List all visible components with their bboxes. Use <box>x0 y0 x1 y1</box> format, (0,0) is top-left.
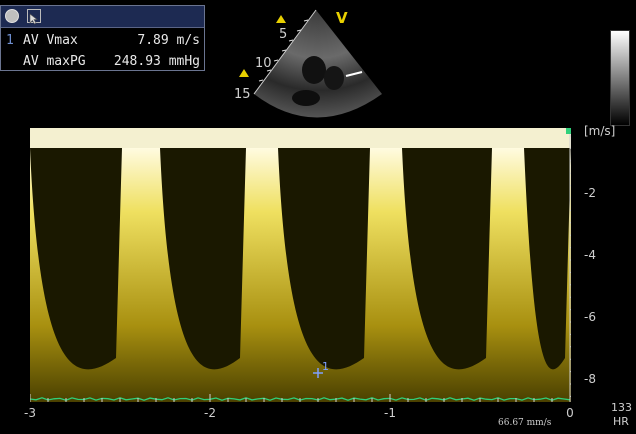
measurement-panel: 1 AV Vmax 7.89 m/s AV maxPG 248.93 mmHg <box>0 5 205 71</box>
measurement-name: AV maxPG <box>23 54 86 69</box>
time-tick-label: -1 <box>384 406 396 420</box>
velocity-tick-label: -4 <box>584 248 596 262</box>
depth-label: 5 <box>279 27 288 42</box>
heart-rate-value: 133 <box>611 401 632 414</box>
time-tick-label: 0 <box>566 406 574 420</box>
velocity-tick-label: -6 <box>584 310 596 324</box>
cursor-select-icon[interactable] <box>27 9 41 25</box>
velocity-tick-label: -8 <box>584 372 596 386</box>
measurement-row-av-vmax[interactable]: 1 AV Vmax 7.89 m/s <box>1 31 204 51</box>
record-icon[interactable] <box>5 9 19 23</box>
mode-marker: V <box>336 9 348 27</box>
time-tick-label: -3 <box>24 406 36 420</box>
sweep-speed: 66.67 mm/s <box>498 418 552 428</box>
measurement-toolbar <box>1 6 204 28</box>
measurement-index: 1 <box>6 33 14 48</box>
measurement-row-av-maxpg[interactable]: AV maxPG 248.93 mmHg <box>1 52 204 72</box>
depth-label: 10 <box>255 56 272 71</box>
heart-rate-label: HR <box>613 415 629 428</box>
doppler-spectrum[interactable] <box>30 128 571 402</box>
measurement-value: 7.89 m/s <box>137 33 200 48</box>
depth-label: 15 <box>234 87 251 102</box>
grayscale-bar <box>610 30 630 126</box>
time-tick-label: -2 <box>204 406 216 420</box>
cursor-label: 1 <box>322 360 329 373</box>
depth-marker-icon <box>239 69 249 77</box>
velocity-unit-label: [m/s] <box>584 124 616 138</box>
depth-marker-icon <box>276 15 286 23</box>
measurement-value: 248.93 mmHg <box>113 54 200 69</box>
velocity-tick-label: -2 <box>584 186 596 200</box>
measurement-cursor[interactable]: 1 <box>312 360 332 384</box>
measurement-name: AV Vmax <box>23 33 78 48</box>
